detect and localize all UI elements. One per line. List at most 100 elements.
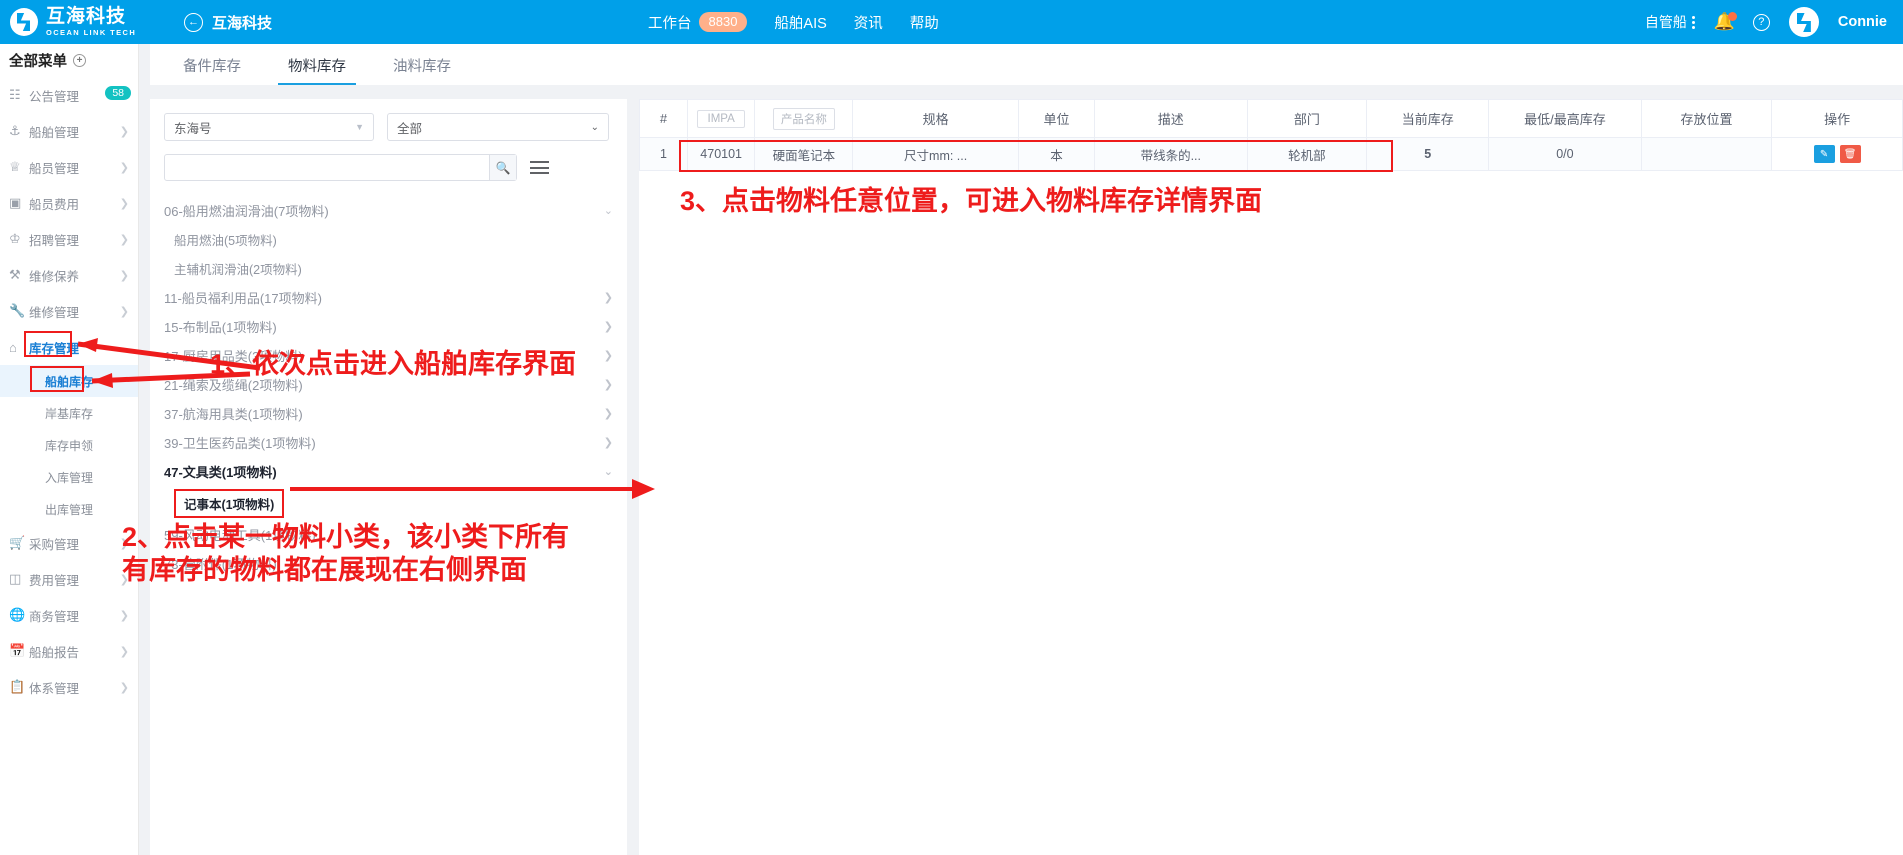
sidebar-item-inventory[interactable]: ⌂ 库存管理: [0, 329, 138, 365]
sidebar-item-inventory-request[interactable]: 库存申领: [0, 429, 138, 461]
chevron-down-icon[interactable]: ⌄: [604, 465, 613, 478]
user-name[interactable]: Connie: [1838, 14, 1887, 30]
back-navigation[interactable]: ← 互海科技: [184, 12, 272, 33]
tree-node[interactable]: 59-风动电动工具(1项物料): [150, 520, 627, 549]
chevron-right-icon: ❯: [119, 161, 129, 174]
cell-description[interactable]: 带线条的...: [1094, 137, 1248, 171]
tree-node[interactable]: 06-船用燃油润滑油(7项物料) ⌄: [150, 196, 627, 225]
brand-logo-group[interactable]: 互海科技 OCEAN LINK TECH: [0, 0, 170, 44]
sidebar-item-vessel[interactable]: ⚓ 船舶管理 ❯: [0, 113, 138, 149]
tree-node[interactable]: 21-绳索及缆绳(2项物料) ❯: [150, 370, 627, 399]
sidebar-item-repair[interactable]: 🔧 维修管理 ❯: [0, 293, 138, 329]
chevron-right-icon: ❯: [119, 269, 129, 282]
tree-node-stationery[interactable]: 47-文具类(1项物料) ⌄: [150, 457, 627, 486]
tab-label-material: 物料库存: [288, 59, 346, 75]
chevron-right-icon[interactable]: ❯: [604, 291, 613, 304]
wrench-icon: 🔧: [9, 303, 26, 318]
sidebar-item-ship-report[interactable]: 📅 船舶报告 ❯: [0, 633, 138, 669]
cell-location[interactable]: [1640, 137, 1773, 171]
notification-bell-button[interactable]: 🔔: [1714, 11, 1737, 33]
tree-node-label: 37-航海用具类(1项物料): [164, 407, 303, 422]
main-content: 备件库存 物料库存 油料库存 东海号 ▼ 全部 ⌄ 🔍 06-船用燃油润滑油(7…: [139, 44, 1903, 855]
chevron-right-icon[interactable]: ❯: [604, 407, 613, 420]
category-select[interactable]: 全部 ⌄: [387, 113, 609, 141]
topnav-item-news[interactable]: 资讯: [854, 12, 883, 33]
announcement-count-badge: 58: [105, 86, 131, 100]
tree-node[interactable]: 39-卫生医药品类(1项物料) ❯: [150, 428, 627, 457]
chevron-right-icon: ❯: [119, 537, 129, 550]
sidebar: 全部菜单 + ☷ 公告管理 58 ⚓ 船舶管理 ❯ ♕ 船员管理 ❯ ▣ 船员费…: [0, 44, 139, 855]
pencil-icon[interactable]: ✎: [1813, 145, 1835, 163]
sidebar-item-crew-cost[interactable]: ▣ 船员费用 ❯: [0, 185, 138, 221]
sidebar-item-inbound[interactable]: 入库管理: [0, 461, 138, 493]
chevron-right-icon[interactable]: ❯: [604, 320, 613, 333]
impa-filter-input[interactable]: IMPA: [697, 109, 746, 128]
add-menu-icon[interactable]: +: [73, 54, 86, 67]
chevron-down-icon[interactable]: ⌄: [604, 204, 613, 217]
chevron-right-icon: ❯: [119, 305, 129, 318]
sidebar-item-maintenance[interactable]: ⚒ 维修保养 ❯: [0, 257, 138, 293]
topnav-item-workbench[interactable]: 工作台 8830: [648, 11, 748, 33]
sidebar-item-system[interactable]: 📋 体系管理 ❯: [0, 669, 138, 705]
sidebar-item-expense[interactable]: ◫ 费用管理 ❯: [0, 561, 138, 597]
tree-node-label: 15-布制品(1项物料): [164, 320, 277, 335]
chevron-right-icon: ❯: [119, 197, 129, 210]
sidebar-item-ship-inventory[interactable]: 船舶库存: [0, 365, 138, 397]
cell-current-stock[interactable]: 5: [1366, 137, 1490, 171]
topnav-item-help[interactable]: 帮助: [910, 12, 939, 33]
ship-select[interactable]: 东海号 ▼: [164, 113, 374, 141]
tree-node[interactable]: 11-船员福利用品(17项物料) ❯: [150, 283, 627, 312]
cell-product-name[interactable]: 硬面笔记本: [754, 137, 854, 171]
sidebar-item-purchase[interactable]: 🛒 采购管理 ❯: [0, 525, 138, 561]
sidebar-label-maintenance: 维修保养: [29, 269, 80, 284]
tab-spare-parts-inventory[interactable]: 备件库存: [173, 55, 251, 85]
tree-node[interactable]: 37-航海用具类(1项物料) ❯: [150, 399, 627, 428]
sidebar-item-crew[interactable]: ♕ 船员管理 ❯: [0, 149, 138, 185]
chevron-right-icon[interactable]: ❯: [604, 349, 613, 362]
tree-node[interactable]: 73-管附件(1项物料): [150, 549, 627, 578]
tree-node-notebook[interactable]: 记事本(1项物料): [150, 486, 627, 520]
topnav-item-ais[interactable]: 船舶AIS: [774, 12, 826, 33]
sidebar-item-shore-inventory[interactable]: 岸基库存: [0, 397, 138, 429]
chevron-right-icon[interactable]: ❯: [604, 436, 613, 449]
search-box[interactable]: 🔍: [164, 154, 517, 181]
trash-icon[interactable]: 🗑: [1839, 145, 1861, 163]
column-header-description: 描述: [1094, 99, 1248, 138]
tree-node[interactable]: 主辅机润滑油(2项物料): [150, 254, 627, 283]
cell-min-max-stock[interactable]: 0/0: [1488, 137, 1642, 171]
tab-material-inventory[interactable]: 物料库存: [278, 55, 356, 85]
sidebar-item-announcement[interactable]: ☷ 公告管理 58: [0, 77, 138, 113]
kebab-menu-icon[interactable]: [1691, 15, 1695, 29]
avatar[interactable]: [1788, 7, 1819, 37]
hamburger-icon[interactable]: [530, 161, 549, 174]
chevron-right-icon[interactable]: ❯: [604, 378, 613, 391]
back-arrow-icon[interactable]: ←: [184, 12, 203, 32]
search-icon[interactable]: 🔍: [489, 155, 516, 180]
sidebar-label-expense: 费用管理: [29, 573, 80, 588]
sidebar-item-outbound[interactable]: 出库管理: [0, 493, 138, 525]
topnav-label-workbench: 工作台: [648, 15, 692, 32]
cell-unit[interactable]: 本: [1017, 137, 1096, 171]
product-name-filter-input[interactable]: 产品名称: [772, 107, 835, 130]
column-header-operation: 操作: [1771, 99, 1903, 138]
cell-impa[interactable]: 470101: [686, 137, 756, 171]
sidebar-label-vessel: 船舶管理: [29, 125, 80, 140]
sidebar-item-business[interactable]: 🌐 商务管理 ❯: [0, 597, 138, 633]
inventory-table: # IMPA 产品名称 规格 单位 描述 部门 当前库存 最低/最高库存 存放位…: [639, 99, 1903, 171]
self-managed-ship-selector[interactable]: 自管船: [1645, 12, 1695, 32]
chevron-right-icon: ❯: [119, 645, 129, 658]
help-icon[interactable]: ?: [1752, 13, 1770, 31]
tree-node-label: 主辅机润滑油(2项物料): [174, 263, 302, 277]
table-row[interactable]: 1 470101 硬面笔记本 尺寸mm: ... 本 带线条的... 轮机部 5…: [639, 137, 1903, 171]
tree-node-label: 船用燃油(5项物料): [174, 234, 277, 248]
cell-spec[interactable]: 尺寸mm: ...: [852, 137, 1019, 171]
tree-node[interactable]: 15-布制品(1项物料) ❯: [150, 312, 627, 341]
cell-department[interactable]: 轮机部: [1246, 137, 1368, 171]
brand-name-en: OCEAN LINK TECH: [46, 28, 137, 38]
tab-oil-inventory[interactable]: 油料库存: [383, 55, 461, 85]
tree-node[interactable]: 船用燃油(5项物料): [150, 225, 627, 254]
sidebar-label-purchase: 采购管理: [29, 537, 80, 552]
search-input[interactable]: [165, 155, 489, 180]
tree-node[interactable]: 17-厨房用品类(3项物料) ❯: [150, 341, 627, 370]
sidebar-item-recruit[interactable]: ♔ 招聘管理 ❯: [0, 221, 138, 257]
